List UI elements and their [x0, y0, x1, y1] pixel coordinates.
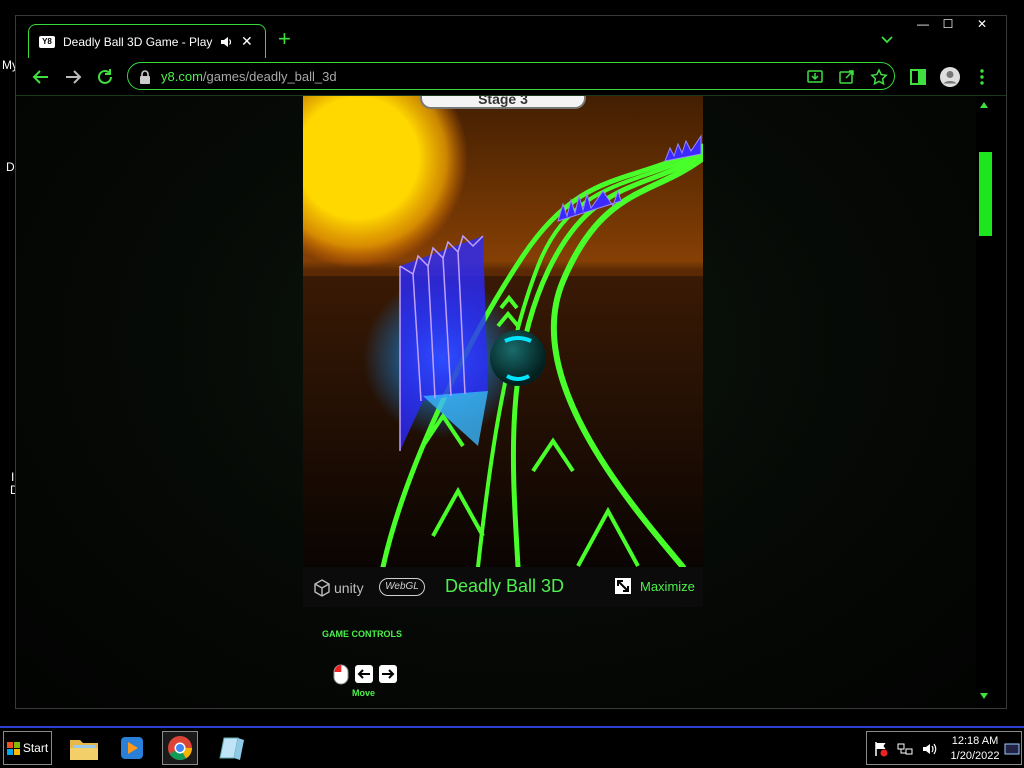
desktop-icon-label: D — [6, 160, 15, 174]
right-arrow-key-icon — [379, 665, 397, 683]
notepad-icon[interactable] — [214, 731, 250, 765]
player-ball — [490, 330, 546, 386]
tab-title: Deadly Ball 3D Game - Play on — [63, 34, 215, 49]
mouse-icon — [333, 664, 349, 685]
minimize-button[interactable]: — — [909, 15, 937, 33]
stage-label: Stage 3 — [478, 96, 528, 107]
profile-avatar-icon[interactable] — [939, 66, 961, 88]
browser-toolbar: y8.com/games/deadly_ball_3d — [16, 58, 1006, 96]
share-icon[interactable] — [838, 68, 856, 86]
bookmark-star-icon[interactable] — [870, 68, 888, 86]
side-panel-icon[interactable] — [907, 66, 929, 88]
maximize-game-button[interactable]: Maximize — [615, 578, 695, 594]
browser-window: Y8 Deadly Ball 3D Game - Play on ✕ + — ☐… — [15, 15, 1007, 709]
y8-favicon-icon: Y8 — [39, 35, 55, 48]
back-arrow-icon[interactable] — [30, 66, 52, 88]
chevron-down-icon[interactable] — [880, 32, 894, 46]
page-content: Stage 3 unity WebGL Deadly Ball 3D Maxim… — [16, 96, 992, 708]
game-canvas[interactable]: Stage 3 — [303, 96, 703, 567]
reload-icon[interactable] — [94, 66, 116, 88]
address-bar[interactable]: y8.com/games/deadly_ball_3d — [127, 62, 895, 90]
game-scene: Stage 3 — [303, 96, 703, 567]
unity-cube-icon — [314, 579, 330, 597]
media-player-icon[interactable] — [114, 731, 150, 765]
close-window-button[interactable]: ✕ — [968, 15, 996, 33]
move-label: Move — [352, 688, 376, 698]
game-title: Deadly Ball 3D — [445, 576, 565, 596]
taskbar: Start 12:18 AM 1/20/2022 — [0, 726, 1024, 768]
start-button[interactable]: Start — [3, 731, 52, 765]
expand-icon — [615, 578, 631, 594]
webgl-logo: WebGL — [379, 578, 425, 596]
tab-close-icon[interactable]: ✕ — [241, 33, 253, 50]
windows-logo-icon — [6, 741, 20, 755]
page-scrollbar[interactable] — [976, 96, 992, 708]
game-info-bar: unity WebGL Deadly Ball 3D Maximize — [303, 567, 703, 607]
chrome-icon[interactable] — [162, 731, 198, 765]
install-app-icon[interactable] — [806, 68, 824, 86]
tab-strip: Y8 Deadly Ball 3D Game - Play on ✕ + — ☐… — [16, 16, 1006, 58]
show-desktop-icon[interactable] — [1004, 741, 1020, 757]
clock-time[interactable]: 12:18 AM — [951, 735, 999, 747]
clock-date[interactable]: 1/20/2022 — [947, 750, 1003, 762]
file-explorer-icon[interactable] — [66, 731, 102, 765]
unity-logo: unity — [313, 579, 364, 597]
scroll-down-icon[interactable] — [980, 693, 988, 699]
desktop-icon-label: I — [11, 470, 15, 484]
menu-dots-icon[interactable] — [971, 66, 993, 88]
volume-icon[interactable] — [921, 741, 937, 757]
system-tray: 12:18 AM 1/20/2022 — [866, 731, 1022, 765]
network-icon[interactable] — [897, 741, 913, 757]
lock-icon[interactable] — [138, 69, 152, 85]
action-center-flag-icon[interactable] — [873, 741, 889, 757]
new-tab-button[interactable]: + — [278, 28, 291, 50]
url-text: y8.com/games/deadly_ball_3d — [161, 69, 337, 84]
speaker-icon[interactable] — [219, 35, 233, 49]
tab-deadly-ball[interactable]: Y8 Deadly Ball 3D Game - Play on ✕ — [28, 24, 266, 58]
scroll-up-icon[interactable] — [980, 102, 988, 108]
scrollbar-thumb[interactable] — [979, 152, 992, 236]
left-arrow-key-icon — [355, 665, 373, 683]
game-controls-heading: GAME CONTROLS — [322, 629, 402, 639]
forward-arrow-icon[interactable] — [62, 66, 84, 88]
maximize-window-button[interactable]: ☐ — [934, 15, 962, 33]
move-controls — [333, 663, 397, 685]
